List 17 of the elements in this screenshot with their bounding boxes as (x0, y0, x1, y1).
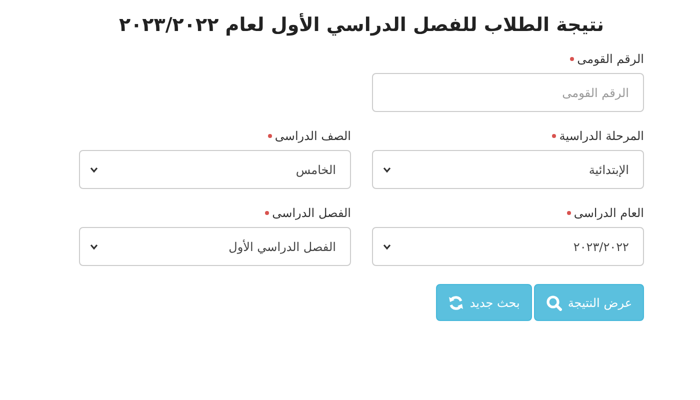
caret-icon (383, 244, 391, 250)
caret-icon (90, 166, 98, 172)
field-label: الرقم القومى (577, 52, 644, 66)
field-label: العام الدراسى (574, 206, 644, 220)
caret-icon (90, 244, 98, 250)
select-field[interactable]: الإبتدائية (372, 150, 644, 189)
search-icon (546, 294, 562, 310)
field-label: الصف الدراسى (274, 129, 351, 143)
select-field[interactable]: الفصل الدراسي الأول (79, 227, 351, 266)
field-label: المرحلة الدراسية (559, 129, 644, 143)
select-field[interactable]: ٢٠٢٣/٢٠٢٢ (372, 227, 644, 266)
input-field[interactable]: الرقم القومى (372, 73, 644, 112)
page-title: نتيجة الطلاب للفصل الدراسي الأول لعام ٢٠٢٣/٢٠٢٢ (118, 14, 606, 36)
field-label: الفصل الدراسى (272, 206, 351, 220)
select-field[interactable]: الخامس (79, 150, 351, 189)
refresh-icon (448, 294, 464, 310)
caret-icon (383, 166, 391, 172)
